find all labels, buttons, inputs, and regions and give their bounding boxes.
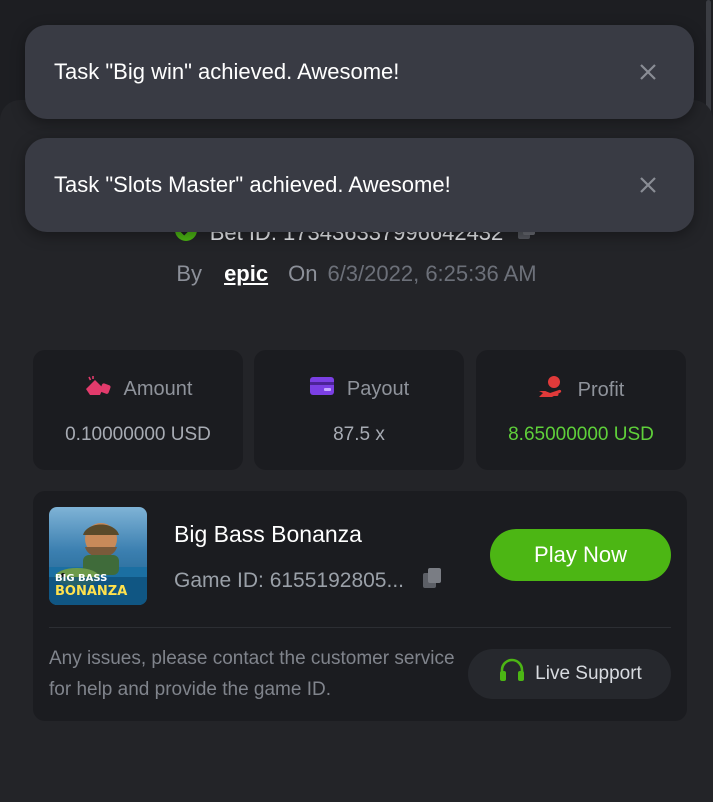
amount-value: 0.10000000 USD [65,424,211,445]
live-support-label: Live Support [535,663,642,684]
profit-hand-icon [538,375,566,405]
amount-card: Amount 0.10000000 USD [33,350,243,470]
by-label: By [176,261,203,286]
on-label: On [288,261,318,286]
toast-notification: Task "Slots Master" achieved. Awesome! [25,138,694,232]
game-name: Big Bass Bonanza [174,521,362,547]
game-thumbnail[interactable]: BIG BASS BONANZA [49,507,147,605]
bet-meta-row: By epic On 6/3/2022, 6:25:36 AM [0,258,713,290]
amount-label: Amount [123,377,193,400]
user-link[interactable]: epic [224,261,268,287]
payout-card-icon [309,375,335,403]
headset-icon [497,656,527,692]
payout-value: 87.5 x [333,424,385,445]
play-now-button[interactable]: Play Now [490,529,671,581]
payout-card: Payout 87.5 x [254,350,464,470]
live-support-button[interactable]: Live Support [468,649,671,699]
close-icon[interactable] [638,175,658,195]
profit-value: 8.65000000 USD [508,424,654,445]
game-id-row: Game ID: 6155192805... [174,565,444,597]
thumbnail-title-2: BONANZA [55,584,128,599]
toast-message: Task "Big win" achieved. Awesome! [54,59,400,84]
profit-label: Profit [577,378,625,401]
divider [49,627,671,628]
game-card: BIG BASS BONANZA Big Bass Bonanza Game I… [33,491,687,721]
thumbnail-title-1: BIG BASS [55,573,108,584]
profit-card: Profit 8.65000000 USD [476,350,686,470]
copy-icon[interactable] [420,565,444,597]
game-id-text: Game ID: 6155192805... [174,569,404,592]
support-message: Any issues, please contact the customer … [49,648,455,700]
payout-label: Payout [346,377,410,400]
close-icon[interactable] [638,62,658,82]
amount-icon [84,375,112,403]
bet-date: 6/3/2022, 6:25:36 AM [327,261,537,286]
toast-message: Task "Slots Master" achieved. Awesome! [54,172,451,197]
toast-notification: Task "Big win" achieved. Awesome! [25,25,694,119]
